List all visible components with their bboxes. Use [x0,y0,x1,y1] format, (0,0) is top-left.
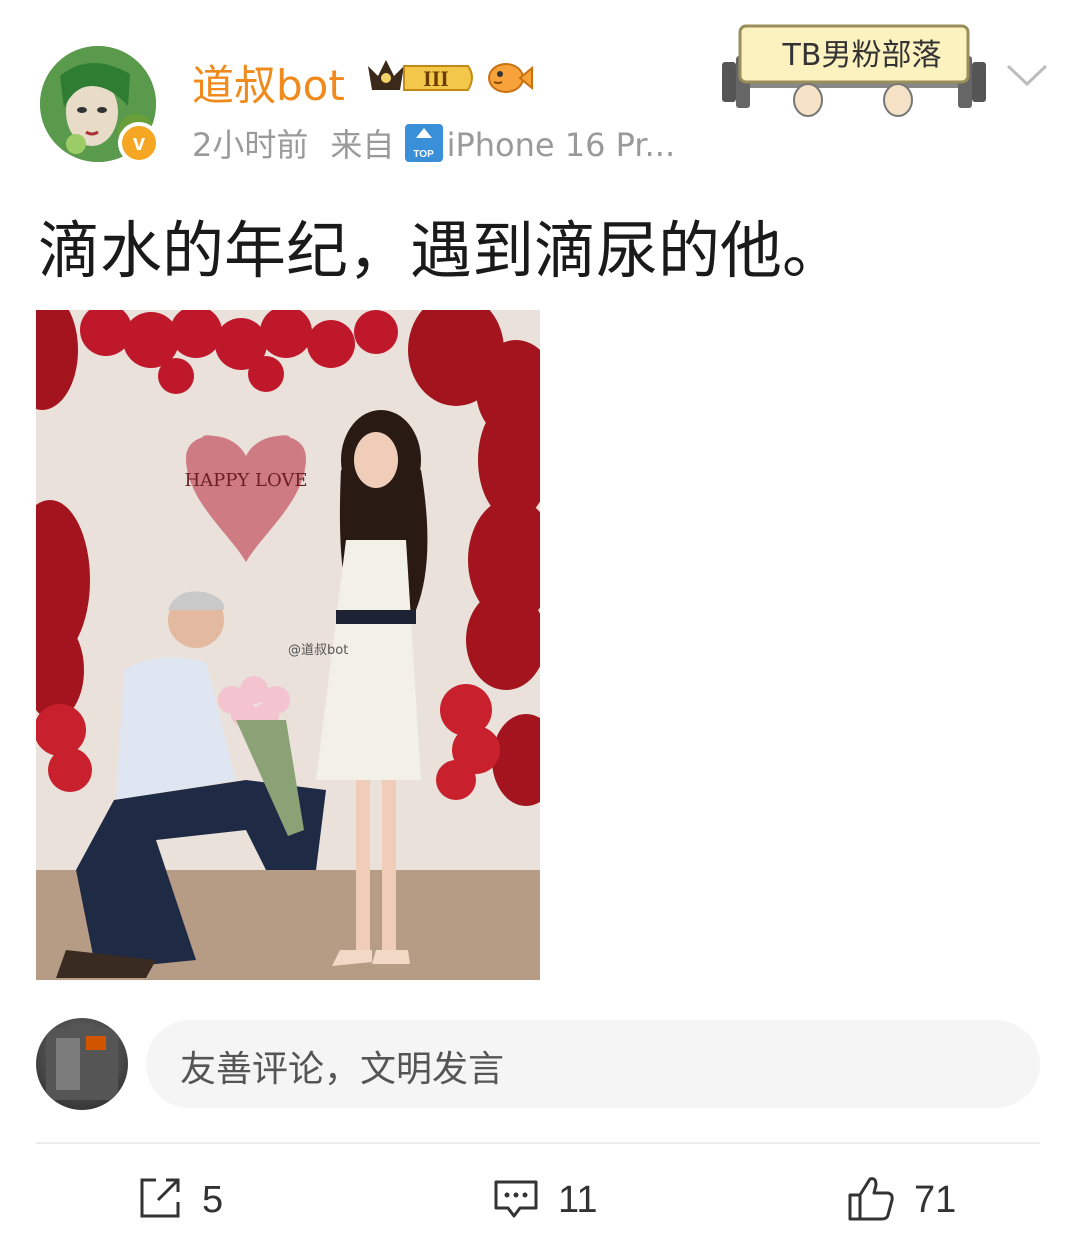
share-count: 5 [202,1178,224,1221]
post-meta: 2小时前来自 iPhone 16 Pr... [192,120,675,166]
source-prefix: 来自 [330,126,395,164]
post-text: 滴水的年纪，遇到滴尿的他。 [38,214,845,287]
divider [36,1142,1040,1144]
source-device[interactable]: iPhone 16 Pr... [447,126,676,164]
top-arrow-icon [404,124,443,162]
share-button[interactable]: 5 [136,1172,223,1228]
share-icon [136,1174,184,1226]
comment-placeholder: 友善评论，文明发言 [180,1049,505,1090]
svg-text:@道叔bot: @道叔bot [288,643,348,658]
svg-text:HAPPY LOVE: HAPPY LOVE [184,470,307,491]
verified-icon: v [118,122,160,164]
vip-crown-icon[interactable]: III [364,56,476,102]
post-image[interactable]: HAPPY LOVE @道叔bot [36,310,540,980]
comment-icon [492,1174,540,1226]
like-button[interactable]: 71 [846,1172,956,1228]
username[interactable]: 道叔bot [192,52,345,113]
fish-badge-icon [486,56,534,100]
comment-count: 11 [558,1178,598,1221]
comment-button[interactable]: 11 [492,1172,597,1228]
my-avatar[interactable] [36,1018,128,1110]
thumbs-up-icon [846,1173,896,1227]
post-time: 2小时前 [192,126,309,164]
like-count: 71 [914,1178,957,1221]
chevron-down-icon[interactable] [1004,60,1050,94]
group-badge-label: TB男粉部落 [782,38,942,73]
svg-text:III: III [423,66,449,91]
